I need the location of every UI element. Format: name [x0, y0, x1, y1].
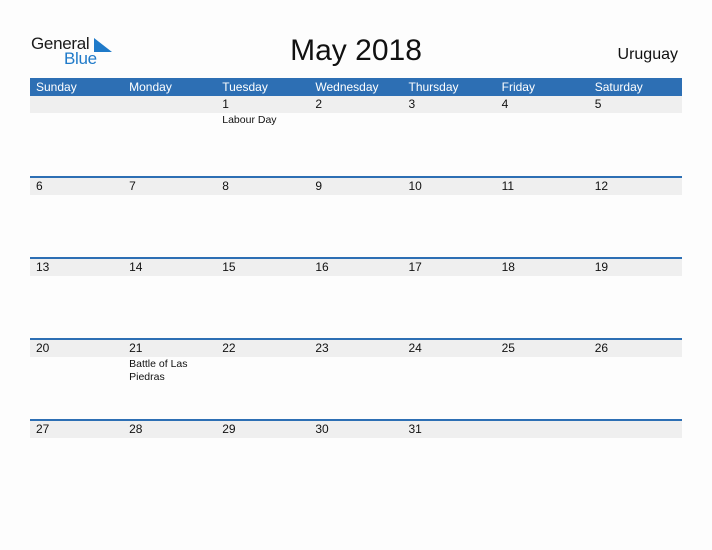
holiday-label: [123, 113, 216, 127]
day-number: 12: [594, 178, 609, 193]
date-row: 1 2 3 4 5: [30, 96, 682, 113]
day-number: 30: [315, 421, 329, 436]
holiday-label: [30, 195, 123, 196]
day-number: 21: [129, 340, 143, 355]
holiday-label: Battle of Las Piedras: [129, 357, 188, 383]
weeks-container: 1 2 3 4 5 Labour Day 6 7 8 9 10 11 12 13 14 15 16 17 18 19 2…: [30, 96, 682, 500]
weekday-thursday: Thursday: [408, 80, 459, 94]
event-row: [30, 195, 682, 196]
day-number: 3: [408, 97, 416, 111]
date-row: 20 21 22 23 24 25 26: [30, 339, 682, 357]
holiday-label: [403, 276, 496, 277]
holiday-label: [496, 113, 589, 127]
day-number: 31: [408, 421, 422, 436]
day-number: [496, 421, 589, 438]
weekday-wednesday: Wednesday: [315, 80, 379, 94]
holiday-label: [309, 276, 402, 277]
day-number: 17: [408, 259, 422, 274]
holiday-label: [589, 357, 682, 384]
week-row: 27 28 29 30 31: [30, 419, 682, 500]
event-row: [30, 276, 682, 277]
week-row: 13 14 15 16 17 18 19: [30, 257, 682, 338]
day-number: 23: [315, 340, 329, 355]
day-number: 10: [408, 178, 422, 193]
day-number: 9: [315, 178, 323, 193]
day-number: 28: [129, 421, 143, 436]
holiday-label: [309, 438, 402, 439]
holiday-label: [123, 195, 216, 196]
day-number: 27: [36, 421, 50, 436]
holiday-label: [403, 438, 496, 439]
day-number: 24: [408, 340, 422, 355]
day-number: 25: [501, 340, 515, 355]
holiday-label: [403, 113, 496, 127]
calendar-grid: Sunday Monday Tuesday Wednesday Thursday…: [30, 78, 682, 500]
day-number: [589, 421, 682, 438]
holiday-label: [589, 276, 682, 277]
day-number: 16: [315, 259, 329, 274]
date-row: 6 7 8 9 10 11 12: [30, 177, 682, 195]
weekday-tuesday: Tuesday: [222, 80, 268, 94]
holiday-label: [403, 195, 496, 196]
day-number: 6: [36, 178, 43, 193]
holiday-label: Labour Day: [222, 114, 277, 126]
weekday-friday: Friday: [501, 80, 535, 94]
holiday-label: [309, 357, 402, 384]
day-number: 14: [129, 259, 143, 274]
week-row: 1 2 3 4 5 Labour Day: [30, 96, 682, 176]
holiday-label: [589, 438, 682, 439]
day-number: 15: [222, 259, 236, 274]
event-row: [30, 438, 682, 439]
holiday-label: [216, 195, 309, 196]
event-row: Battle of Las Piedras: [30, 357, 682, 384]
day-number: 5: [594, 97, 602, 111]
week-row: 20 21 22 23 24 25 26 Battle of Las Piedras: [30, 338, 682, 419]
weekday-saturday: Saturday: [594, 80, 643, 94]
day-number: 26: [594, 340, 609, 355]
day-number: 8: [222, 178, 229, 193]
day-number: 7: [129, 178, 136, 193]
day-number: [123, 96, 216, 113]
holiday-label: [30, 113, 123, 127]
holiday-label: [123, 276, 216, 277]
day-number: [30, 96, 123, 113]
holiday-label: [496, 438, 589, 439]
holiday-label: [496, 195, 589, 196]
holiday-label: [216, 276, 309, 277]
holiday-label: [496, 276, 589, 277]
country-label: Uruguay: [617, 46, 678, 63]
weekday-sunday: Sunday: [36, 80, 77, 94]
day-number: 29: [222, 421, 236, 436]
holiday-label: [309, 113, 402, 127]
holiday-label: [589, 195, 682, 196]
day-number: 4: [501, 97, 509, 111]
date-row: 27 28 29 30 31: [30, 420, 682, 438]
holiday-label: [403, 357, 496, 384]
day-number: 19: [594, 259, 609, 274]
day-number: 22: [222, 340, 236, 355]
day-number: 1: [222, 97, 229, 111]
holiday-label: [216, 438, 309, 439]
holiday-label: [496, 357, 589, 384]
holiday-label: [30, 357, 123, 384]
date-row: 13 14 15 16 17 18 19: [30, 258, 682, 276]
day-number: 11: [501, 178, 515, 193]
weekday-monday: Monday: [129, 80, 172, 94]
holiday-label: [589, 113, 682, 127]
holiday-label: [309, 195, 402, 196]
day-number: 2: [315, 97, 323, 111]
day-number: 18: [501, 259, 515, 274]
day-number: 13: [36, 259, 50, 274]
day-number: 20: [36, 340, 50, 355]
weekday-header: Sunday Monday Tuesday Wednesday Thursday…: [30, 78, 682, 96]
week-row: 6 7 8 9 10 11 12: [30, 176, 682, 257]
event-row: Labour Day: [30, 113, 682, 127]
holiday-label: [216, 357, 309, 384]
holiday-label: [30, 438, 123, 439]
holiday-label: [30, 276, 123, 277]
page-title: May 2018: [290, 34, 422, 67]
holiday-label: [123, 438, 216, 439]
